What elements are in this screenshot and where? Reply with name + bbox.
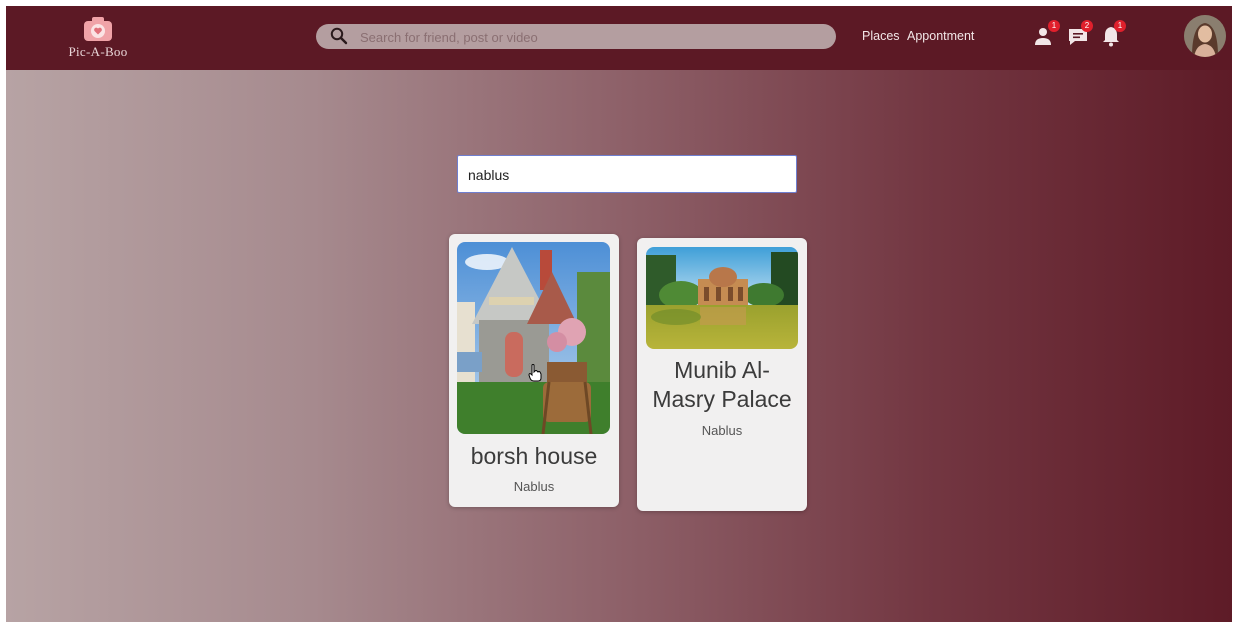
- logo[interactable]: Pic-A-Boo: [62, 16, 134, 70]
- app-window: Pic-A-Boo Places Appontment 1 2: [6, 6, 1232, 622]
- messages-button[interactable]: 2: [1066, 20, 1093, 50]
- notifications-button[interactable]: 1: [1099, 20, 1126, 50]
- place-search-input[interactable]: [466, 165, 790, 185]
- place-name: borsh house: [470, 443, 598, 469]
- place-name: Munib Al-Masry Palace: [652, 357, 792, 412]
- house-photo-icon: [457, 242, 610, 434]
- global-search-input[interactable]: [358, 27, 822, 47]
- hand-cursor-icon: [528, 364, 542, 382]
- friend-requests-button[interactable]: 1: [1033, 20, 1060, 50]
- place-search-box[interactable]: [457, 155, 797, 193]
- friend-request-badge: 1: [1048, 20, 1060, 32]
- place-city: Nablus: [701, 423, 743, 438]
- avatar[interactable]: [1184, 15, 1226, 57]
- search-icon: [330, 27, 348, 45]
- logo-text: Pic-A-Boo: [68, 44, 128, 59]
- nav-places-link[interactable]: Places: [862, 29, 900, 43]
- global-search-bar[interactable]: [316, 24, 836, 49]
- camera-heart-icon: [84, 17, 112, 41]
- place-image-palace[interactable]: [646, 247, 798, 349]
- nav-appointment-link[interactable]: Appontment: [907, 29, 974, 43]
- message-badge: 2: [1081, 20, 1093, 32]
- user-avatar-icon: [1184, 15, 1226, 57]
- place-image-house[interactable]: [457, 242, 610, 434]
- place-card[interactable]: Munib Al-Masry Palace Nablus: [637, 238, 807, 511]
- top-navbar: Pic-A-Boo Places Appontment 1 2: [6, 6, 1232, 70]
- palace-photo-icon: [646, 247, 798, 349]
- bell-badge: 1: [1114, 20, 1126, 32]
- place-city: Nablus: [513, 479, 555, 494]
